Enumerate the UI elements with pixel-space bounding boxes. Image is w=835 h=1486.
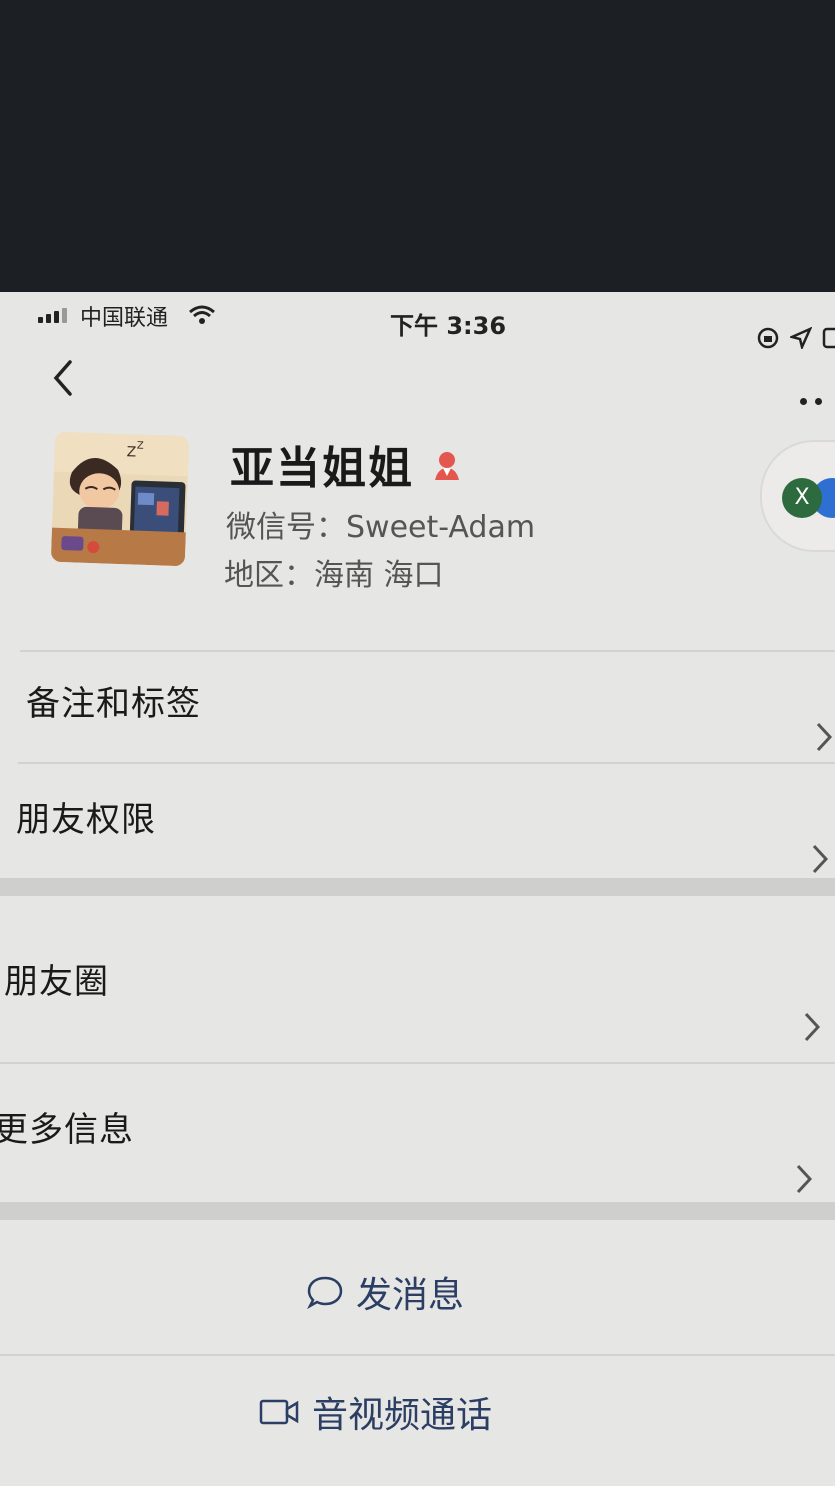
signal-icon: [38, 308, 67, 323]
svg-text:Z: Z: [126, 444, 136, 460]
region: 地区：海南 海口: [224, 558, 444, 593]
chevron-right-icon: [816, 722, 833, 752]
chevron-right-icon: [812, 844, 829, 874]
divider: [0, 1354, 835, 1356]
status-icons: [756, 326, 835, 350]
battery-icon: [822, 327, 835, 349]
menu-item-label: 备注和标签: [26, 684, 201, 724]
gender-female-icon: [435, 452, 459, 480]
menu-item-label: 朋友圈: [4, 962, 109, 1002]
wifi-icon: [189, 305, 215, 324]
clock: 下午 3:36: [390, 312, 507, 340]
send-message-button[interactable]: 发消息: [306, 1266, 464, 1318]
svg-text:Z: Z: [137, 441, 144, 452]
rotation-lock-icon: [757, 327, 779, 349]
divider: [0, 1062, 835, 1064]
divider: [18, 762, 835, 764]
back-icon[interactable]: [48, 358, 78, 398]
menu-item-label: 更多信息: [0, 1110, 134, 1150]
profile-screen: 中国联通 下午 3:36 Z Z 亚当姐姐 微信号：Sweet-Adam 地区：…: [0, 292, 835, 1486]
chevron-right-icon: [796, 1164, 813, 1194]
avatar[interactable]: Z Z: [50, 431, 190, 567]
send-message-label: 发消息: [356, 1275, 465, 1316]
status-bar: 中国联通 下午 3:36: [0, 292, 835, 349]
video-call-button[interactable]: 音视频通话: [258, 1386, 492, 1438]
section-separator: [0, 1202, 835, 1220]
chat-bubble-icon: [307, 1276, 343, 1310]
divider: [20, 650, 835, 652]
carrier-label: 中国联通: [80, 306, 169, 331]
more-icon[interactable]: [800, 398, 822, 405]
status-avatar-primary: X: [782, 478, 822, 518]
wechat-id: 微信号：Sweet-Adam: [226, 510, 536, 545]
menu-item-label: 朋友权限: [16, 800, 156, 840]
video-call-label: 音视频通话: [312, 1395, 493, 1436]
section-separator: [0, 878, 835, 896]
chevron-right-icon: [804, 1012, 821, 1042]
video-camera-icon: [259, 1399, 299, 1425]
location-icon: [790, 327, 812, 349]
profile-name: 亚当姐姐: [230, 443, 414, 494]
